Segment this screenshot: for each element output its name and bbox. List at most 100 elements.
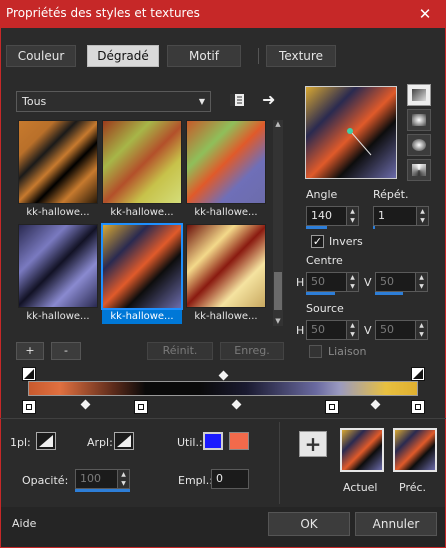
- gradient-list-scrollbar[interactable]: ▲ ▼: [273, 120, 283, 326]
- gradient-editor-bar[interactable]: [28, 381, 418, 396]
- save-button[interactable]: Enreg.: [220, 342, 284, 360]
- invert-checkbox[interactable]: ✓: [311, 235, 324, 248]
- gradient-thumb-label: kk-hallowe...: [194, 207, 258, 218]
- center-h-label: H: [296, 276, 305, 289]
- angle-input[interactable]: 140 ▲ ▼: [306, 206, 359, 226]
- color-stop-icon[interactable]: [411, 400, 425, 414]
- source-h-label: H: [296, 324, 305, 337]
- source-v-value: 50: [380, 323, 394, 336]
- style-linear-icon[interactable]: [407, 84, 431, 106]
- spin-down-icon[interactable]: ▼: [416, 330, 427, 339]
- spin-up-icon[interactable]: ▲: [416, 321, 427, 330]
- angle-spinner[interactable]: ▲ ▼: [346, 207, 358, 225]
- cancel-button[interactable]: Annuler: [355, 512, 437, 536]
- arrow-right-icon[interactable]: ➜: [262, 90, 280, 109]
- reset-button[interactable]: Réinit.: [147, 342, 213, 360]
- center-v-spinner[interactable]: ▲ ▼: [415, 273, 427, 291]
- style-radial-icon[interactable]: [407, 159, 431, 181]
- spin-up-icon[interactable]: ▲: [347, 273, 358, 282]
- source-h-input[interactable]: 50 ▲ ▼: [306, 320, 359, 340]
- source-h-spinner[interactable]: ▲ ▼: [346, 321, 358, 339]
- gradient-thumb-2[interactable]: [102, 120, 182, 204]
- repeat-input[interactable]: 1 ▲ ▼: [373, 206, 429, 226]
- scroll-up-icon[interactable]: ▲: [273, 120, 283, 129]
- style-sunburst-icon[interactable]: [407, 134, 431, 156]
- background-swatch-icon[interactable]: [114, 432, 134, 450]
- stop-marker-right-icon[interactable]: [411, 367, 425, 381]
- foreground-label: 1pl:: [10, 436, 31, 449]
- repeat-spinner[interactable]: ▲ ▼: [416, 207, 428, 225]
- center-v-slider[interactable]: [375, 292, 403, 295]
- gradient-thumb-label: kk-hallowe...: [194, 311, 258, 322]
- spin-up-icon[interactable]: ▲: [416, 273, 427, 282]
- angle-label: Angle: [306, 188, 338, 201]
- gradient-thumb-label: kk-hallowe...: [26, 311, 90, 322]
- center-h-spinner[interactable]: ▲ ▼: [346, 273, 358, 291]
- source-v-label: V: [364, 324, 372, 337]
- repeat-value: 1: [378, 209, 385, 222]
- opacity-slider[interactable]: [75, 489, 130, 492]
- previous-label: Préc.: [399, 481, 427, 494]
- scrollbar-thumb[interactable]: [274, 272, 282, 310]
- gradient-preview[interactable]: [305, 86, 397, 179]
- center-v-input[interactable]: 50 ▲ ▼: [375, 272, 428, 292]
- gradient-thumb-6[interactable]: [186, 224, 266, 308]
- spin-up-icon[interactable]: ▲: [417, 207, 428, 216]
- add-to-preset-button[interactable]: +: [299, 431, 327, 457]
- spin-up-icon[interactable]: ▲: [347, 207, 358, 216]
- source-v-input[interactable]: 50 ▲ ▼: [375, 320, 428, 340]
- tab-couleur[interactable]: Couleur: [6, 45, 76, 67]
- close-button[interactable]: ✕: [405, 1, 445, 28]
- user-colors-label: Util.:: [177, 436, 203, 449]
- spin-down-icon[interactable]: ▼: [417, 216, 428, 225]
- ok-button[interactable]: OK: [268, 512, 350, 536]
- tab-degrade[interactable]: Dégradé: [87, 45, 159, 67]
- tab-texture[interactable]: Texture: [266, 45, 336, 67]
- scroll-down-icon[interactable]: ▼: [273, 317, 283, 326]
- repeat-label: Répét.: [373, 188, 409, 201]
- spin-down-icon[interactable]: ▼: [347, 216, 358, 225]
- invert-label: Invers: [329, 235, 363, 248]
- color-stop-icon[interactable]: [134, 400, 148, 414]
- repeat-slider[interactable]: [373, 226, 375, 229]
- gradient-thumb-1[interactable]: [18, 120, 98, 204]
- location-input[interactable]: 0: [211, 469, 249, 489]
- stop-marker-left-icon[interactable]: [22, 367, 36, 381]
- tab-motif[interactable]: Motif: [167, 45, 241, 67]
- spin-down-icon[interactable]: ▼: [347, 282, 358, 291]
- spin-down-icon[interactable]: ▼: [118, 479, 129, 488]
- style-rectangular-icon[interactable]: [407, 109, 431, 131]
- add-gradient-button[interactable]: +: [16, 342, 44, 360]
- spin-up-icon[interactable]: ▲: [118, 470, 129, 479]
- opacity-label: Opacité:: [22, 474, 69, 487]
- color-stop-icon[interactable]: [325, 400, 339, 414]
- gradient-thumb-4[interactable]: [18, 224, 98, 308]
- gradient-thumb-3[interactable]: [186, 120, 266, 204]
- spin-up-icon[interactable]: ▲: [347, 321, 358, 330]
- center-v-value: 50: [380, 275, 394, 288]
- spin-down-icon[interactable]: ▼: [416, 282, 427, 291]
- help-link[interactable]: Aide: [12, 517, 36, 530]
- angle-slider[interactable]: [306, 226, 327, 229]
- category-dropdown[interactable]: Tous ▼: [16, 91, 211, 112]
- remove-gradient-button[interactable]: -: [51, 342, 81, 360]
- previous-swatch[interactable]: [393, 428, 437, 472]
- foreground-swatch-icon[interactable]: [36, 432, 56, 450]
- center-h-slider[interactable]: [306, 292, 335, 295]
- source-v-spinner[interactable]: ▲ ▼: [415, 321, 427, 339]
- center-h-input[interactable]: 50 ▲ ▼: [306, 272, 359, 292]
- gradient-thumb-label: kk-hallowe...: [110, 207, 174, 218]
- user-color-1-swatch[interactable]: [203, 432, 223, 450]
- category-selected: Tous: [22, 95, 47, 108]
- color-stop-icon[interactable]: [22, 400, 36, 414]
- user-color-2-swatch[interactable]: [229, 432, 249, 450]
- opacity-spinner[interactable]: ▲ ▼: [117, 470, 129, 488]
- divider: [279, 422, 280, 504]
- gradient-thumb-5-selected[interactable]: [101, 223, 183, 310]
- spin-down-icon[interactable]: ▼: [347, 330, 358, 339]
- open-folder-icon[interactable]: [228, 92, 246, 108]
- divider: [0, 418, 446, 419]
- chevron-down-icon: ▼: [198, 97, 205, 106]
- link-checkbox[interactable]: [309, 345, 322, 358]
- opacity-input[interactable]: 100 ▲ ▼: [75, 469, 130, 489]
